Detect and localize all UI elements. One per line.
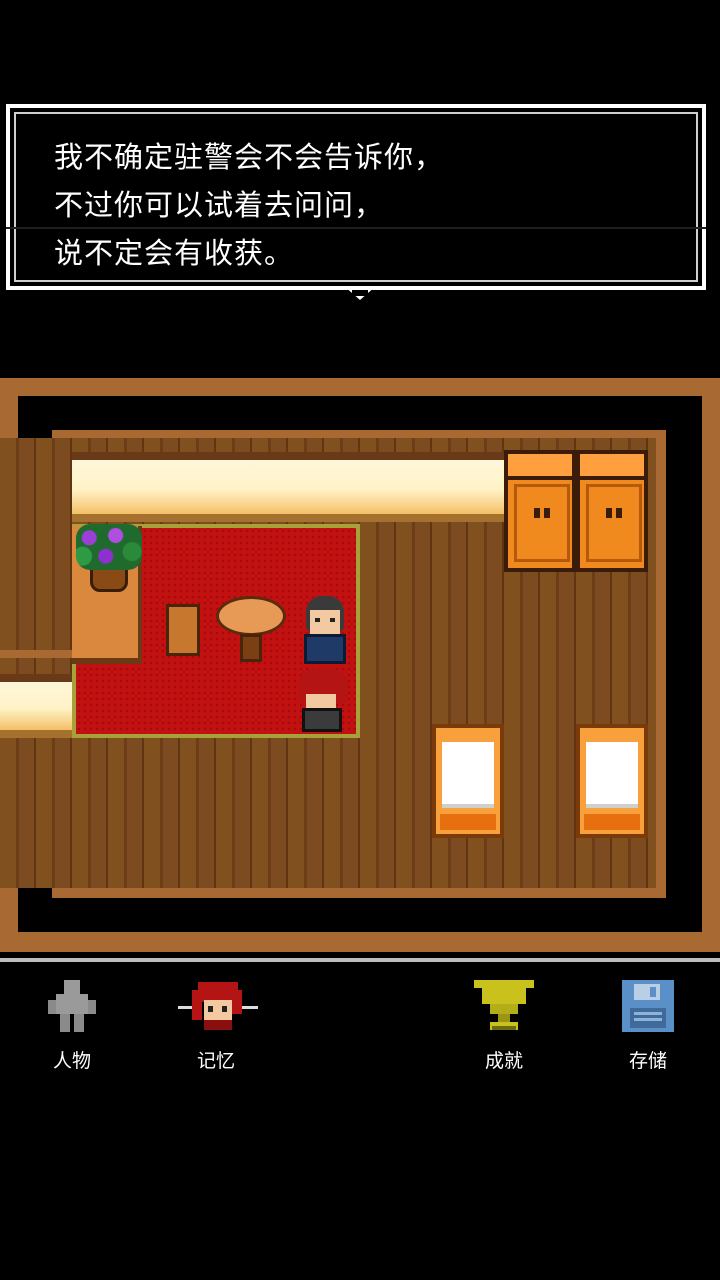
person-icon — [46, 978, 98, 1034]
bed-left[interactable] — [432, 724, 504, 838]
wooden-chair[interactable] — [166, 604, 200, 656]
dialog-line-3: 说不定会有收获。 — [54, 236, 295, 270]
floppy-disk-icon — [622, 980, 674, 1032]
purple-flowers — [76, 524, 142, 570]
menu-memory-button[interactable]: 记忆 — [166, 972, 266, 1072]
left-back-wall — [0, 674, 72, 738]
dialog-scanline — [6, 227, 706, 229]
menu-achievements-label: 成就 — [484, 1050, 523, 1072]
menu-characters-button[interactable]: 人物 — [22, 972, 122, 1072]
memory-girl-icon — [176, 976, 260, 1034]
round-table-leg — [240, 634, 262, 662]
wardrobe-right[interactable] — [576, 450, 648, 572]
menu-save-label: 存储 — [628, 1050, 667, 1072]
menu-save-button[interactable]: 存储 — [598, 972, 698, 1072]
dialog-line-1: 我不确定驻警会不会告诉你， — [54, 140, 445, 174]
trophy-icon — [474, 976, 534, 1034]
left-wall-cap — [0, 650, 72, 658]
menu-memory-label: 记忆 — [196, 1050, 235, 1072]
back-wall — [72, 452, 506, 522]
wardrobe-left[interactable] — [504, 450, 576, 572]
bed-right[interactable] — [576, 724, 648, 838]
menu-achievements-button[interactable]: 成就 — [454, 972, 554, 1072]
game-map[interactable] — [0, 378, 720, 952]
dialog-box[interactable]: 我不确定驻警会不会告诉你， 不过你可以试着去问问， 说不定会有收获。 — [6, 104, 706, 290]
menu-characters-label: 人物 — [52, 1050, 91, 1072]
bottom-menu: 人物 记忆 成就 存储 — [0, 962, 720, 1072]
player-character[interactable] — [294, 668, 352, 738]
dialog-arrow-core — [352, 290, 368, 296]
round-table[interactable] — [216, 596, 286, 636]
npc-police-officer[interactable] — [300, 596, 350, 670]
dialog-line-2: 不过你可以试着去问问， — [54, 188, 385, 222]
